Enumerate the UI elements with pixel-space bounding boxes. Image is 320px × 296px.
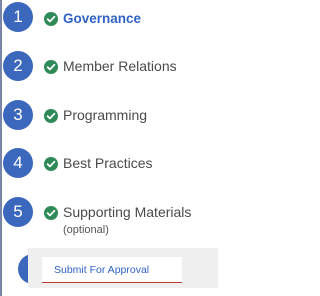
step-label: Member Relations [63,58,177,74]
step-member-relations[interactable]: 2 Member Relations [0,51,246,87]
check-circle-icon [44,60,58,74]
step-number-badge: 5 [3,197,33,227]
check-circle-icon [44,109,58,123]
step-programming[interactable]: 3 Programming [0,100,246,136]
submit-row: Submit For Approval [28,248,218,288]
check-circle-icon [44,206,58,220]
step-sublabel-optional: (optional) [63,224,109,236]
step-label: Best Practices [63,155,153,171]
submit-button-label: Submit For Approval [54,263,150,276]
check-circle-icon [44,157,58,171]
step-label: Supporting Materials [63,204,192,220]
submit-for-approval-button[interactable]: Submit For Approval [42,257,182,283]
step-label: Programming [63,107,148,123]
step-number-badge: 4 [3,148,33,178]
step-number-badge: 1 [3,2,33,32]
step-governance[interactable]: 1 Governance [0,2,246,38]
step-label: Governance [63,11,142,26]
step-supporting-materials[interactable]: 5 Supporting Materials (optional) [0,197,246,243]
step-number-badge: 2 [3,51,33,81]
step-number-badge: 3 [3,100,33,130]
check-circle-icon [44,12,58,26]
step-best-practices[interactable]: 4 Best Practices [0,148,246,184]
